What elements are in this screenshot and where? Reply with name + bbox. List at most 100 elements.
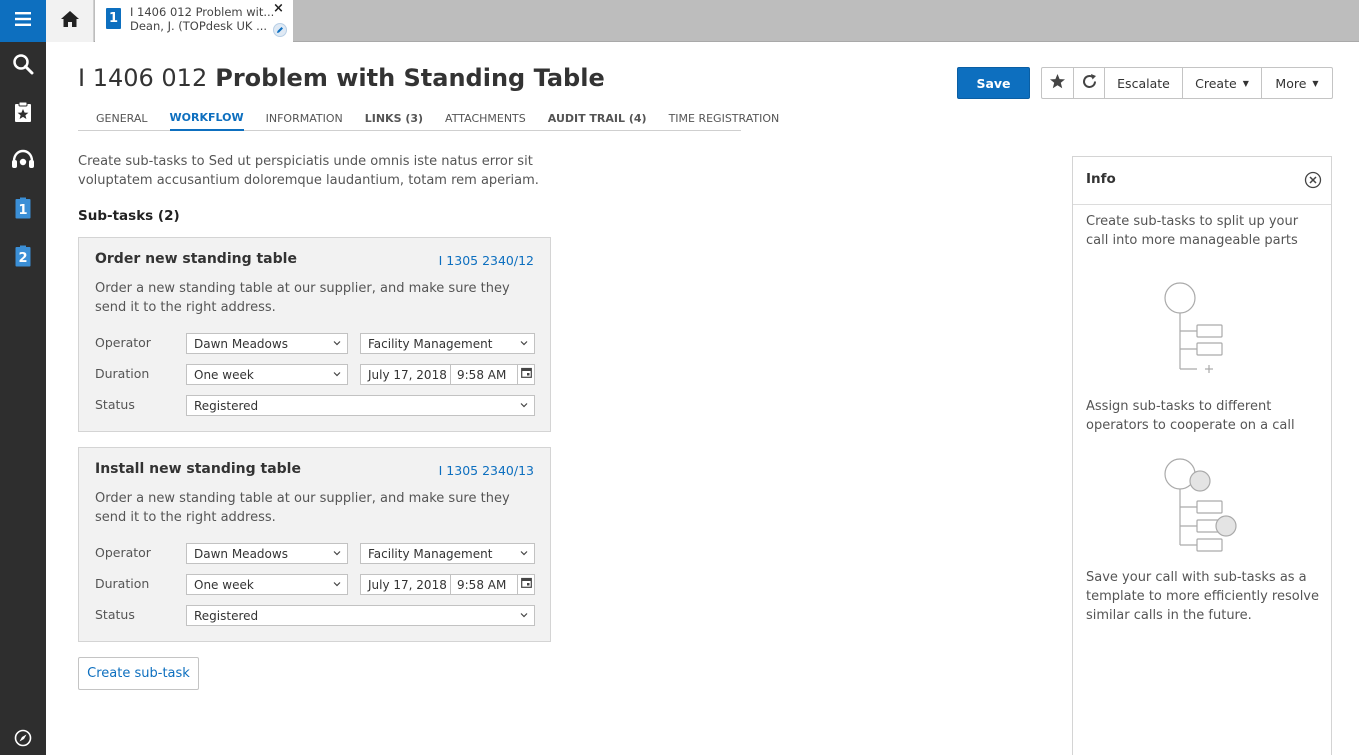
home-tab[interactable]	[46, 0, 94, 42]
tab-general[interactable]: GENERAL	[96, 106, 148, 131]
info-panel-header: Info	[1073, 157, 1331, 205]
close-info-button[interactable]	[1304, 171, 1322, 193]
close-circle-icon	[1304, 171, 1322, 193]
sidebar-search[interactable]	[0, 42, 46, 90]
document-tab-subtitle: Dean, J. (TOPdesk UK ...	[130, 19, 268, 33]
star-icon	[1049, 73, 1066, 93]
operator-value: Dawn Meadows	[194, 336, 288, 351]
create-label: Create	[1195, 75, 1237, 91]
duration-select[interactable]: One week	[186, 364, 348, 385]
subtask-tree-illustration	[1161, 281, 1231, 380]
status-select[interactable]: Registered	[186, 605, 535, 626]
tab-audit-trail[interactable]: AUDIT TRAIL (4)	[548, 106, 647, 131]
assign-tree-illustration	[1161, 457, 1241, 561]
headset-icon	[11, 149, 35, 175]
subtask-description: Order a new standing table at our suppli…	[95, 491, 510, 525]
duration-value: One week	[194, 367, 254, 382]
calendar-icon	[520, 367, 532, 382]
sidebar-favorites[interactable]	[0, 90, 46, 138]
call-name: Problem with Standing Table	[215, 64, 605, 92]
page-title: I 1406 012 Problem with Standing Table	[78, 64, 605, 92]
sidebar-calls[interactable]	[0, 138, 46, 186]
compass-icon	[14, 729, 32, 751]
calendar-button[interactable]	[518, 575, 534, 594]
chevron-down-icon	[519, 337, 529, 352]
target-datetime: July 17, 2018 9:58 AM	[360, 574, 535, 595]
edit-tab-button[interactable]	[273, 23, 287, 37]
intro-text: Create sub-tasks to Sed ut perspiciatis …	[78, 154, 539, 188]
subtasks-heading: Sub-tasks (2)	[78, 208, 180, 224]
clipboard-star-icon	[14, 101, 32, 127]
status-select[interactable]: Registered	[186, 395, 535, 416]
operator-group-select[interactable]: Facility Management	[360, 333, 535, 354]
status-label: Status	[95, 607, 135, 622]
subtask-id-link[interactable]: I 1305 2340/13	[439, 463, 534, 478]
subtask-card: Order new standing table I 1305 2340/12 …	[78, 237, 551, 432]
save-button[interactable]: Save	[957, 67, 1030, 99]
caret-down-icon: ▼	[1312, 78, 1319, 88]
subtask-id-link[interactable]: I 1305 2340/12	[439, 253, 534, 268]
document-tab-title: I 1406 012 Problem wit...	[130, 5, 275, 19]
refresh-button[interactable]	[1074, 68, 1105, 98]
record-tabs: GENERAL WORKFLOW INFORMATION LINKS (3) A…	[78, 106, 779, 131]
refresh-icon	[1081, 73, 1098, 93]
tab-time-registration[interactable]: TIME REGISTRATION	[669, 106, 780, 131]
escalate-button[interactable]: Escalate	[1105, 68, 1183, 98]
calendar-button[interactable]	[518, 365, 534, 384]
tab-workflow[interactable]: WORKFLOW	[169, 106, 244, 131]
info-text-assign: Assign sub-tasks to different operators …	[1086, 399, 1295, 433]
info-panel-title: Info	[1086, 171, 1116, 187]
operator-group-value: Facility Management	[368, 546, 493, 561]
operator-select[interactable]: Dawn Meadows	[186, 333, 348, 354]
chevron-down-icon	[332, 578, 342, 593]
menu-icon	[14, 11, 32, 31]
chevron-down-icon	[519, 547, 529, 562]
duration-value: One week	[194, 577, 254, 592]
date-input[interactable]: July 17, 2018	[361, 365, 451, 384]
target-datetime: July 17, 2018 9:58 AM	[360, 364, 535, 385]
create-button[interactable]: Create ▼	[1183, 68, 1262, 98]
info-text-template: Save your call with sub-tasks as a templ…	[1086, 570, 1319, 623]
tab-attachments[interactable]: ATTACHMENTS	[445, 106, 526, 131]
more-label: More	[1275, 75, 1307, 91]
chevron-down-icon	[332, 337, 342, 352]
subtask-title: Install new standing table	[95, 461, 301, 477]
operator-group-select[interactable]: Facility Management	[360, 543, 535, 564]
close-tab-button[interactable]: ×	[273, 1, 284, 16]
menu-button[interactable]	[0, 0, 46, 42]
favorite-button[interactable]	[1042, 68, 1074, 98]
tab-information[interactable]: INFORMATION	[266, 106, 343, 131]
sidebar-card-2[interactable]: 2	[0, 234, 46, 282]
calendar-icon	[520, 577, 532, 592]
duration-select[interactable]: One week	[186, 574, 348, 595]
home-icon	[60, 10, 80, 32]
subtask-title: Order new standing table	[95, 251, 297, 267]
chevron-down-icon	[332, 368, 342, 383]
sidebar-card-1[interactable]: 1	[0, 186, 46, 234]
document-tab[interactable]: 1 I 1406 012 Problem wit... Dean, J. (TO…	[95, 0, 293, 42]
create-subtask-button[interactable]: Create sub-task	[78, 657, 199, 690]
action-toolbar: Escalate Create ▼ More ▼	[1041, 67, 1333, 99]
escalate-label: Escalate	[1117, 75, 1170, 91]
duration-label: Duration	[95, 366, 150, 381]
time-input[interactable]: 9:58 AM	[451, 365, 518, 384]
operator-label: Operator	[95, 335, 151, 350]
svg-text:1: 1	[18, 203, 27, 218]
operator-value: Dawn Meadows	[194, 546, 288, 561]
tab-links[interactable]: LINKS (3)	[365, 106, 423, 131]
chevron-down-icon	[519, 609, 529, 624]
status-value: Registered	[194, 398, 259, 413]
subtask-card: Install new standing table I 1305 2340/1…	[78, 447, 551, 642]
left-sidebar: 1 2	[0, 0, 46, 755]
operator-label: Operator	[95, 545, 151, 560]
duration-label: Duration	[95, 576, 150, 591]
pencil-icon	[276, 23, 284, 38]
operator-select[interactable]: Dawn Meadows	[186, 543, 348, 564]
sidebar-explore[interactable]	[0, 725, 46, 755]
date-input[interactable]: July 17, 2018	[361, 575, 451, 594]
more-button[interactable]: More ▼	[1262, 68, 1332, 98]
time-input[interactable]: 9:58 AM	[451, 575, 518, 594]
chevron-down-icon	[519, 399, 529, 414]
call-number: I 1406 012	[78, 64, 208, 92]
card-2-icon: 2	[15, 245, 31, 271]
